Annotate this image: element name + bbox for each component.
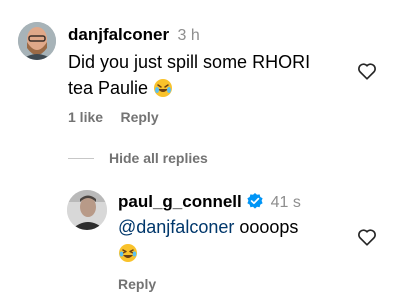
reply-reply-button[interactable]: Reply <box>118 276 156 292</box>
reply-text-line1: @danjfalconer oooops <box>118 214 358 240</box>
comment-timestamp: 3 h <box>177 27 200 44</box>
comment-reply-button[interactable]: Reply <box>120 109 158 125</box>
comment-meta: 1 like Reply <box>68 109 159 127</box>
avatar-paul-g-connell[interactable] <box>67 190 107 230</box>
rolling-laughing-emoji-icon <box>153 78 173 105</box>
replies-divider <box>68 158 94 159</box>
reply-text-line2 <box>118 240 358 270</box>
comment-text: Did you just spill some RHORI tea Paulie <box>68 49 358 105</box>
comment-text-line2-wrap: tea Paulie <box>68 75 358 105</box>
comment-text-line1: Did you just spill some RHORI <box>68 52 311 72</box>
reply-text-rest: oooops <box>239 217 299 237</box>
avatar-danjfalconer[interactable] <box>18 22 56 60</box>
comment-text-line2: tea Paulie <box>68 78 149 98</box>
comment-username[interactable]: danjfalconer <box>68 25 169 44</box>
like-comment-heart-icon[interactable] <box>356 60 378 82</box>
like-reply-heart-icon[interactable] <box>356 226 378 248</box>
verified-badge-icon <box>246 192 264 215</box>
comment-like-count[interactable]: 1 like <box>68 109 103 125</box>
reply-timestamp: 41 s <box>270 194 301 211</box>
reply-text: @danjfalconer oooops <box>118 214 358 270</box>
reply-mention-link[interactable]: @danjfalconer <box>118 217 234 237</box>
comment-header: danjfalconer 3 h <box>68 25 200 45</box>
grinning-tears-emoji-icon <box>118 243 138 270</box>
hide-replies-button[interactable]: Hide all replies <box>109 150 208 166</box>
reply-username[interactable]: paul_g_connell <box>118 192 242 211</box>
reply-header: paul_g_connell 41 s <box>118 192 301 215</box>
